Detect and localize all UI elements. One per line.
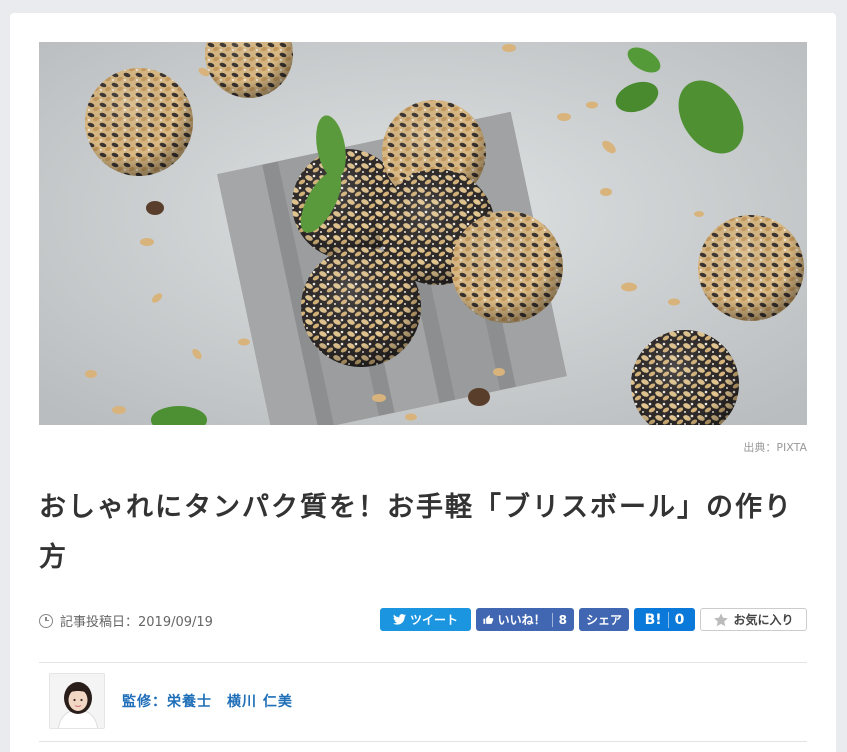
share-buttons: ツイート いいね！ 8 シェア B! 0 お気に入り [380,608,807,631]
supervisor-link[interactable]: 監修：栄養士 横川 仁美 [122,691,293,711]
post-date-label: 記事投稿日：2019/09/19 [60,615,213,630]
article-card: 出典：PIXTA おしゃれにタンパク質を！お手軽「ブリスボール」の作り方 記事投… [10,13,836,752]
star-icon [714,612,729,626]
hatena-count: 0 [667,611,684,628]
favorite-label: お気に入り [733,613,794,627]
page-title: おしゃれにタンパク質を！お手軽「ブリスボール」の作り方 [39,492,793,573]
tweet-label: ツイート [409,613,458,627]
post-date: 記事投稿日：2019/09/19 [39,611,213,630]
hero-image [39,42,807,425]
divider [39,741,807,742]
photo-credit: 出典：PIXTA [743,441,807,454]
share-label: シェア [586,613,623,627]
like-label: いいね！ [497,613,546,627]
hatena-bookmark-button[interactable]: B! 0 [634,608,695,631]
avatar[interactable] [49,673,105,729]
clock-icon [39,613,53,628]
like-button[interactable]: いいね！ 8 [476,608,574,631]
twitter-bird-icon [392,614,406,625]
hatena-label: B! [644,611,662,628]
divider [39,662,807,663]
thumbs-up-icon [483,615,494,624]
tweet-button[interactable]: ツイート [380,608,471,631]
supervisor-row: 監修：栄養士 横川 仁美 [49,673,293,729]
like-count: 8 [551,612,567,627]
hero-photo [39,42,807,425]
share-button[interactable]: シェア [579,608,629,631]
supervisor-portrait [50,674,104,728]
favorite-button[interactable]: お気に入り [700,608,807,631]
